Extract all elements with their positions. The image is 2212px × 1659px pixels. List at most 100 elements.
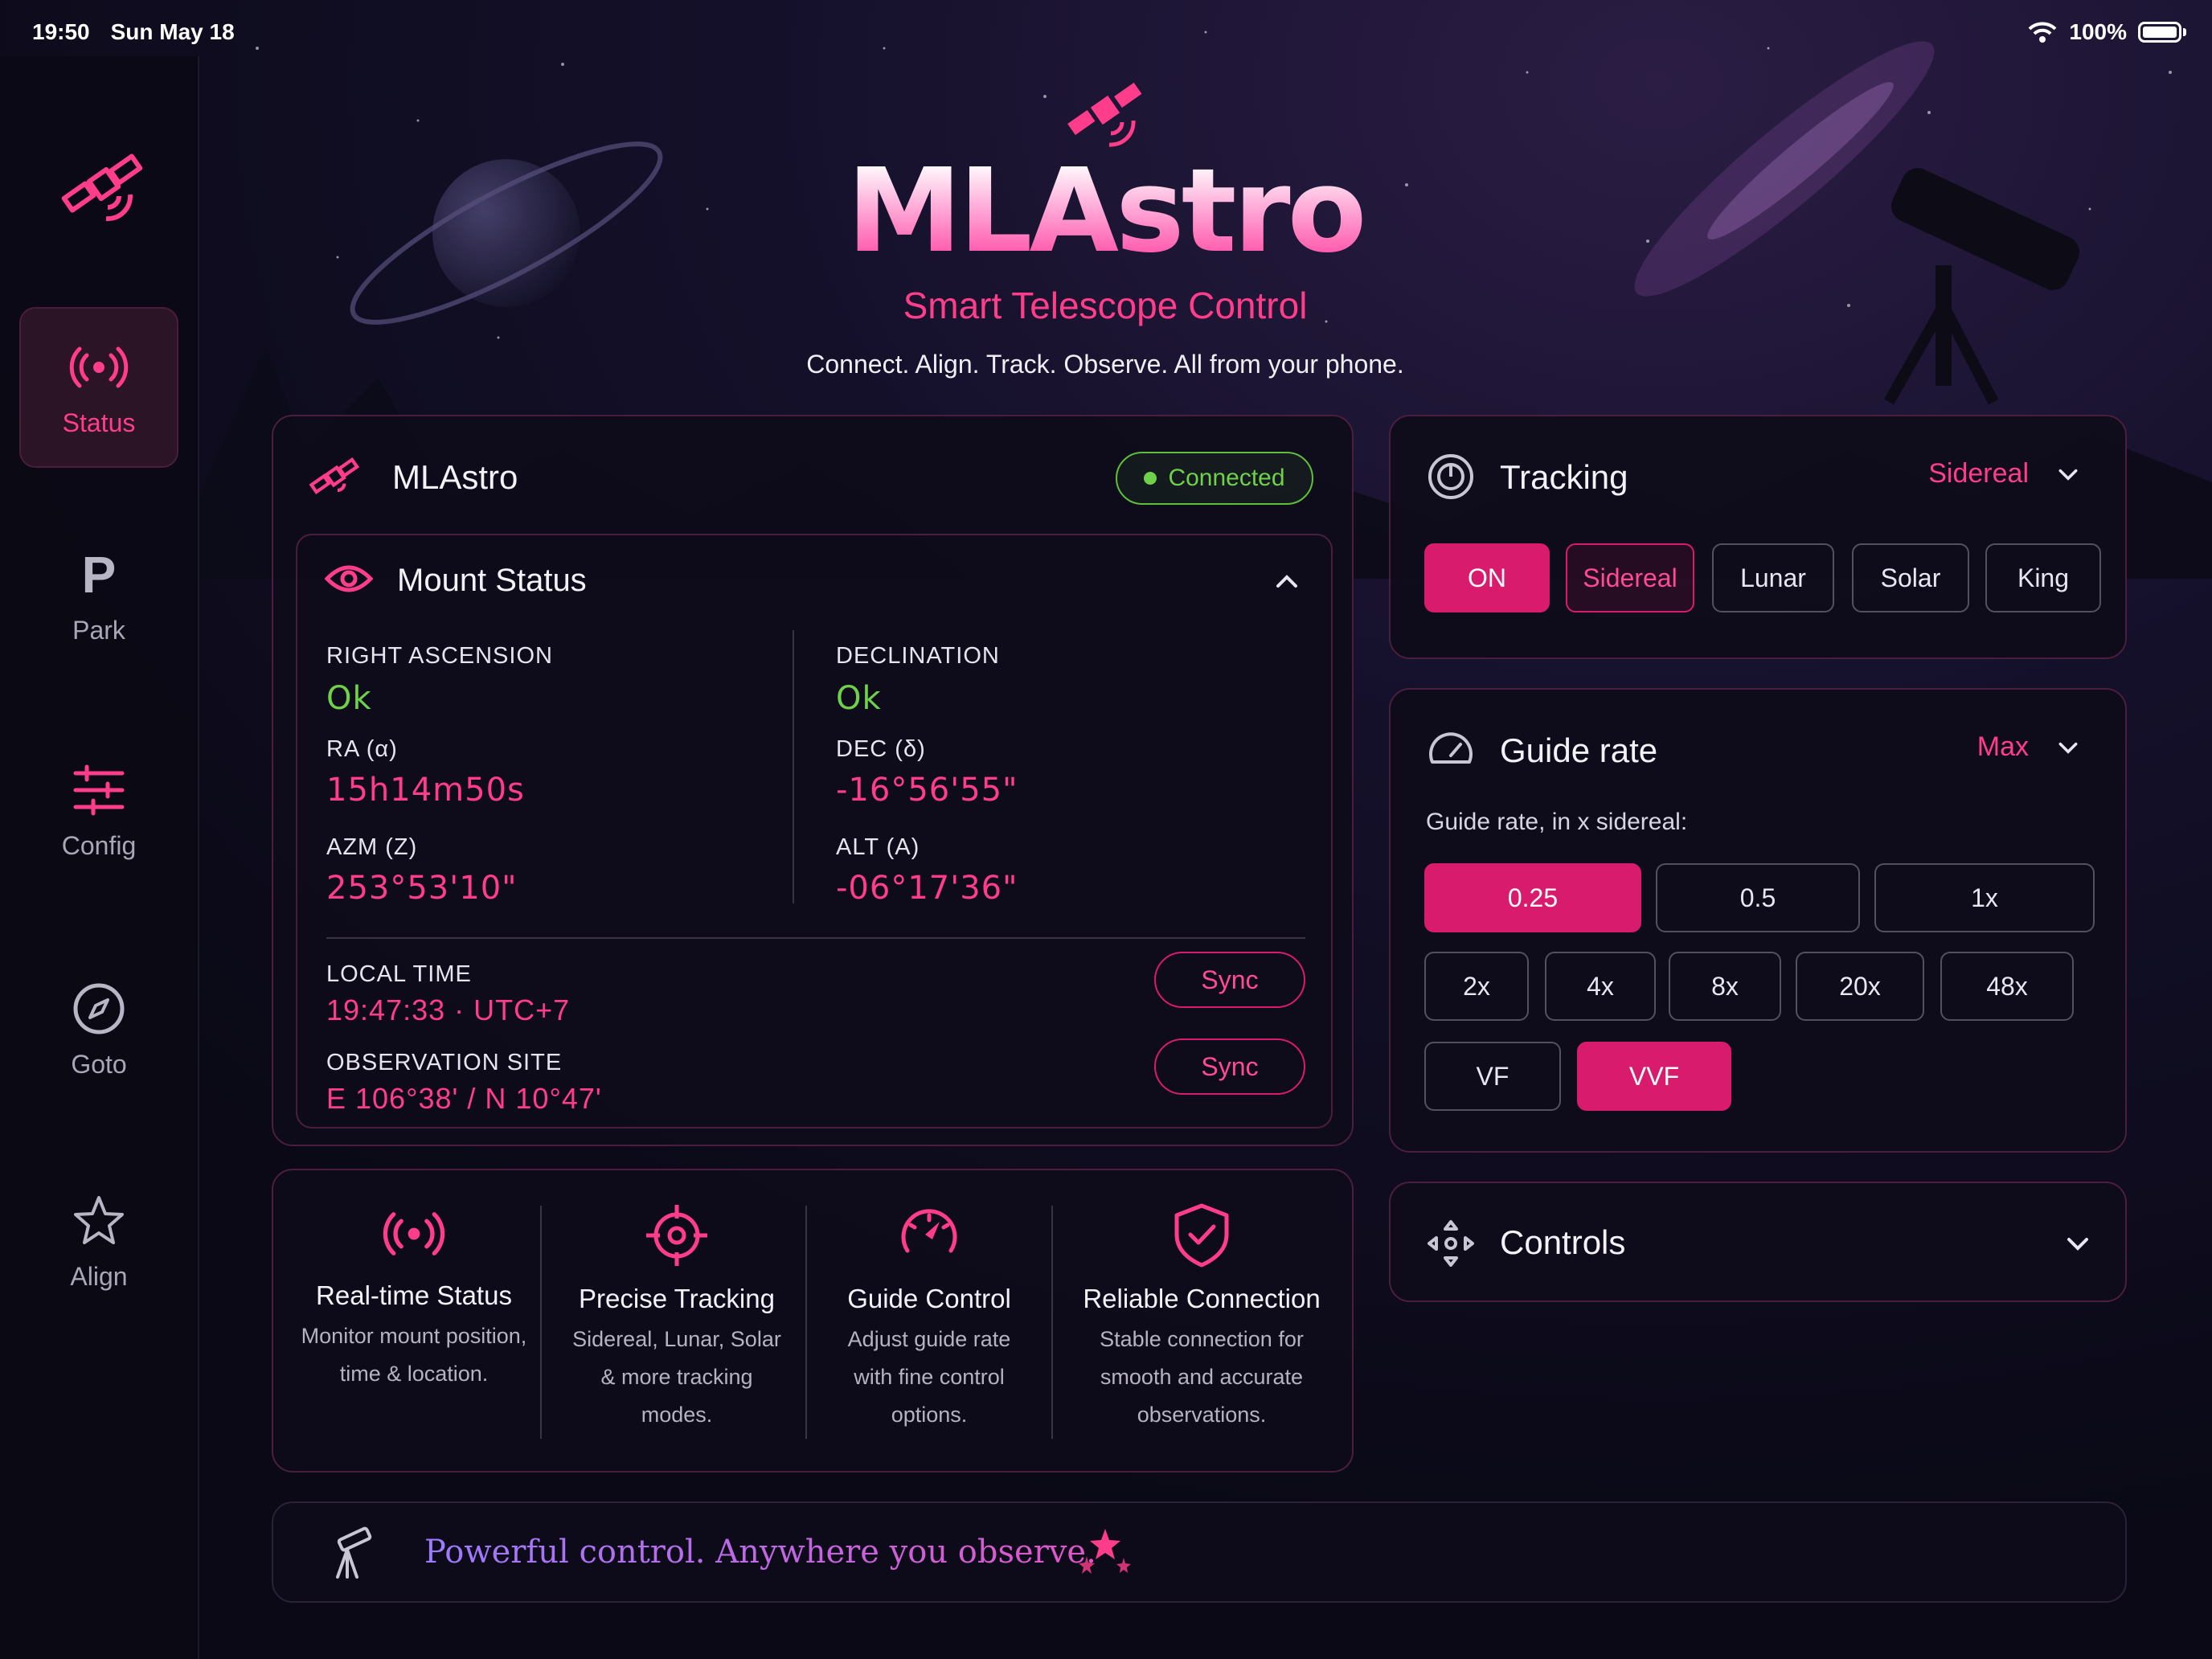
sidebar-item-label: Park xyxy=(72,615,125,645)
brand-header: MLAstro Smart Telescope Control Connect.… xyxy=(723,72,1487,379)
gauge-icon xyxy=(1429,732,1473,764)
app-subtitle: Smart Telescope Control xyxy=(903,285,1308,326)
chevron-down-icon[interactable] xyxy=(2064,1230,2091,1257)
guide-rate-48x-button[interactable]: 48x xyxy=(1940,952,2074,1021)
eye-icon xyxy=(325,565,373,592)
features-card: Real-time Status Monitor mount position,… xyxy=(272,1169,1354,1473)
guide-rate-1x-button[interactable]: 1x xyxy=(1874,863,2095,932)
tracking-on-button[interactable]: ON xyxy=(1424,543,1550,612)
satellite-logo-icon xyxy=(61,154,143,222)
connection-status: Connected xyxy=(1168,465,1285,491)
clock: 19:50 xyxy=(32,19,90,44)
sidebar-item-config[interactable]: Config xyxy=(19,730,178,891)
azm-value: 253°53'10" xyxy=(326,870,518,907)
ra-value: 15h14m50s xyxy=(326,772,525,809)
sync-time-button[interactable]: Sync xyxy=(1154,952,1305,1008)
sidebar: Status P Park Config Goto Align xyxy=(0,56,199,1659)
device-card: MLAstro Connected Mount Status RIGHT ASC… xyxy=(272,415,1354,1146)
star-icon xyxy=(74,1195,124,1244)
feature-title: Real-time Status xyxy=(316,1280,512,1310)
battery-icon xyxy=(2138,22,2181,43)
connected-dot-icon xyxy=(1144,472,1157,485)
tracking-sidereal-button[interactable]: Sidereal xyxy=(1566,543,1694,612)
connection-badge: Connected xyxy=(1116,452,1313,505)
sidebar-item-label: Goto xyxy=(71,1049,127,1079)
azm-label: AZM (Z) xyxy=(326,834,418,860)
wifi-icon xyxy=(2028,22,2057,43)
sidebar-item-status[interactable]: Status xyxy=(19,307,178,468)
tracking-title: Tracking xyxy=(1500,458,1628,496)
feature-guide-control: Guide Control Adjust guide rate with fine… xyxy=(807,1202,1051,1444)
ra-status-label: RIGHT ASCENSION xyxy=(326,643,553,669)
guide-rate-card: Guide rate Max Guide rate, in x sidereal… xyxy=(1389,688,2127,1153)
gauge-icon xyxy=(901,1209,957,1253)
controls-card[interactable]: Controls xyxy=(1389,1182,2127,1302)
guide-rate-2x-button[interactable]: 2x xyxy=(1424,952,1529,1021)
chevron-down-icon xyxy=(2058,469,2078,481)
tracking-card: Tracking Sidereal ON Sidereal Lunar Sola… xyxy=(1389,415,2127,659)
sidebar-item-goto[interactable]: Goto xyxy=(19,948,178,1109)
observation-site-label: OBSERVATION SITE xyxy=(326,1050,563,1075)
move-arrows-icon xyxy=(1428,1220,1474,1267)
ra-label: RA (α) xyxy=(326,736,398,762)
sidebar-item-park[interactable]: P Park xyxy=(19,514,178,675)
guide-rate-title: Guide rate xyxy=(1500,731,1658,769)
feature-title: Reliable Connection xyxy=(1083,1284,1321,1313)
app-title: MLAstro xyxy=(723,150,1487,271)
local-time-value: 19:47:33 · UTC+7 xyxy=(326,993,571,1026)
mount-status-title: Mount Status xyxy=(397,563,587,598)
shield-check-icon xyxy=(1174,1203,1229,1268)
tracking-mode-selected: Sidereal xyxy=(1928,458,2029,489)
dec-label: DEC (δ) xyxy=(836,736,926,762)
broadcast-icon xyxy=(69,346,129,387)
observation-site-value: E 106°38' / N 10°47' xyxy=(326,1082,602,1115)
guide-rate-0-5-button[interactable]: 0.5 xyxy=(1656,863,1860,932)
broadcast-icon xyxy=(383,1212,445,1256)
system-status-bar: 19:50 Sun May 18 100% xyxy=(32,18,2186,50)
guide-rate-caption: Guide rate, in x sidereal: xyxy=(1426,809,1688,835)
footer-text: Powerful control. Anywhere you observe. xyxy=(424,1534,1096,1571)
footer-banner: Powerful control. Anywhere you observe. xyxy=(272,1501,2127,1603)
feature-description: Monitor mount position, time & location. xyxy=(301,1324,527,1386)
power-dial-icon xyxy=(1428,454,1473,499)
satellite-icon xyxy=(309,457,360,495)
dec-value: -16°56'55" xyxy=(836,772,1018,809)
sync-site-button[interactable]: Sync xyxy=(1154,1038,1305,1095)
date: Sun May 18 xyxy=(110,19,235,44)
tracking-mode-dropdown[interactable]: Sidereal xyxy=(1928,458,2080,490)
satellite-logo-icon xyxy=(1067,82,1142,147)
sidebar-item-align[interactable]: Align xyxy=(19,1161,178,1321)
guide-rate-0-25-button[interactable]: 0.25 xyxy=(1424,863,1641,932)
tracking-king-button[interactable]: King xyxy=(1985,543,2101,612)
mount-status-panel: Mount Status RIGHT ASCENSION Ok RA (α) 1… xyxy=(296,534,1333,1129)
device-name: MLAstro xyxy=(392,458,518,496)
feature-precise-tracking: Precise Tracking Sidereal, Lunar, Solar &… xyxy=(548,1202,805,1444)
guide-rate-8x-button[interactable]: 8x xyxy=(1669,952,1781,1021)
sidebar-item-label: Status xyxy=(62,408,136,437)
guide-rate-dropdown[interactable]: Max xyxy=(1977,731,2080,763)
telescope-icon xyxy=(336,1526,372,1579)
feature-reliable-connection: Reliable Connection Stable connection fo… xyxy=(1053,1202,1350,1444)
chevron-up-icon[interactable] xyxy=(1273,567,1301,595)
feature-realtime-status: Real-time Status Monitor mount position,… xyxy=(280,1202,548,1444)
feature-description: Stable connection for smooth and accurate… xyxy=(1100,1327,1304,1427)
battery-percent: 100% xyxy=(2069,19,2127,44)
feature-divider xyxy=(540,1206,542,1439)
dec-status-label: DECLINATION xyxy=(836,643,1000,669)
feature-description: Adjust guide rate with fine control option… xyxy=(847,1327,1011,1427)
sidebar-item-label: Align xyxy=(70,1261,128,1291)
guide-rate-vvf-button[interactable]: VVF xyxy=(1577,1042,1731,1111)
guide-rate-4x-button[interactable]: 4x xyxy=(1545,952,1656,1021)
stars-icon xyxy=(1079,1529,1131,1574)
guide-rate-selected: Max xyxy=(1976,731,2029,762)
guide-rate-20x-button[interactable]: 20x xyxy=(1796,952,1924,1021)
sliders-icon xyxy=(73,764,125,815)
app-tagline: Connect. Align. Track. Observe. All from… xyxy=(806,350,1404,379)
compass-icon xyxy=(73,983,125,1034)
tracking-solar-button[interactable]: Solar xyxy=(1852,543,1969,612)
feature-title: Guide Control xyxy=(847,1284,1011,1313)
local-time-label: LOCAL TIME xyxy=(326,961,472,987)
guide-rate-vf-button[interactable]: VF xyxy=(1424,1042,1561,1111)
tracking-lunar-button[interactable]: Lunar xyxy=(1712,543,1834,612)
crosshair-icon xyxy=(646,1205,707,1266)
